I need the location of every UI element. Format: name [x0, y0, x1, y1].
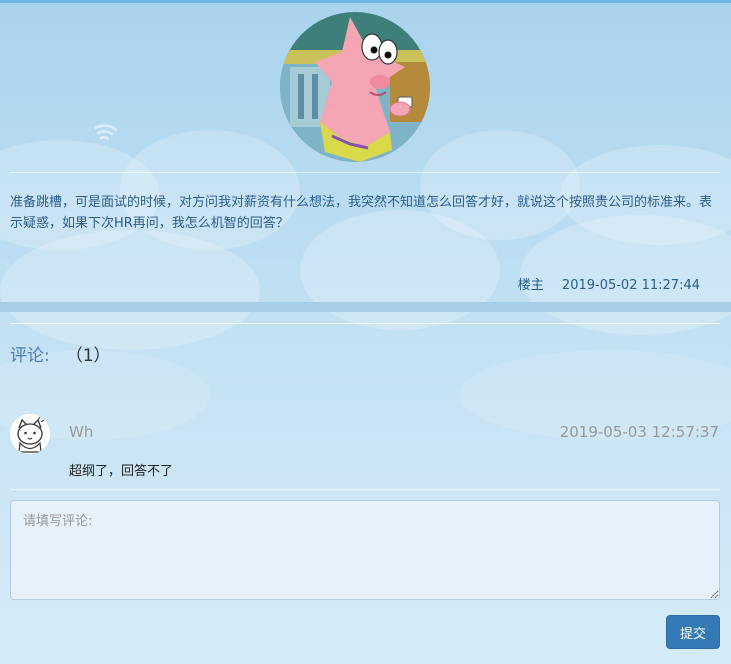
poster-avatar: [280, 12, 430, 162]
author-label: 楼主: [517, 278, 544, 293]
question-text: 准备跳槽，可是面试的时候，对方问我对薪资有什么想法，我突然不知道怎么回答才好，就…: [10, 195, 713, 231]
divider: [10, 323, 720, 324]
wifi-decoration-icon: [94, 124, 118, 141]
question-timestamp: 2019-05-02 11:27:44: [561, 278, 700, 293]
comment-timestamp: 2019-05-03 12:57:37: [559, 423, 719, 441]
submit-button[interactable]: 提交: [666, 615, 720, 649]
commenter-avatar: [10, 414, 50, 454]
comments-title: 评论:: [10, 346, 50, 366]
commenter-name: Wh: [69, 423, 94, 441]
comments-count: （1）: [65, 346, 111, 366]
question-meta: 楼主 2019-05-02 11:27:44: [518, 274, 700, 293]
divider: [10, 489, 720, 490]
top-accent-line: [0, 0, 731, 3]
divider: [10, 172, 720, 173]
section-band: [0, 302, 731, 312]
comment-text: 超纲了，回答不了: [69, 464, 174, 479]
comment-input[interactable]: [10, 500, 720, 600]
comments-heading: 评论: （1）: [10, 341, 111, 366]
